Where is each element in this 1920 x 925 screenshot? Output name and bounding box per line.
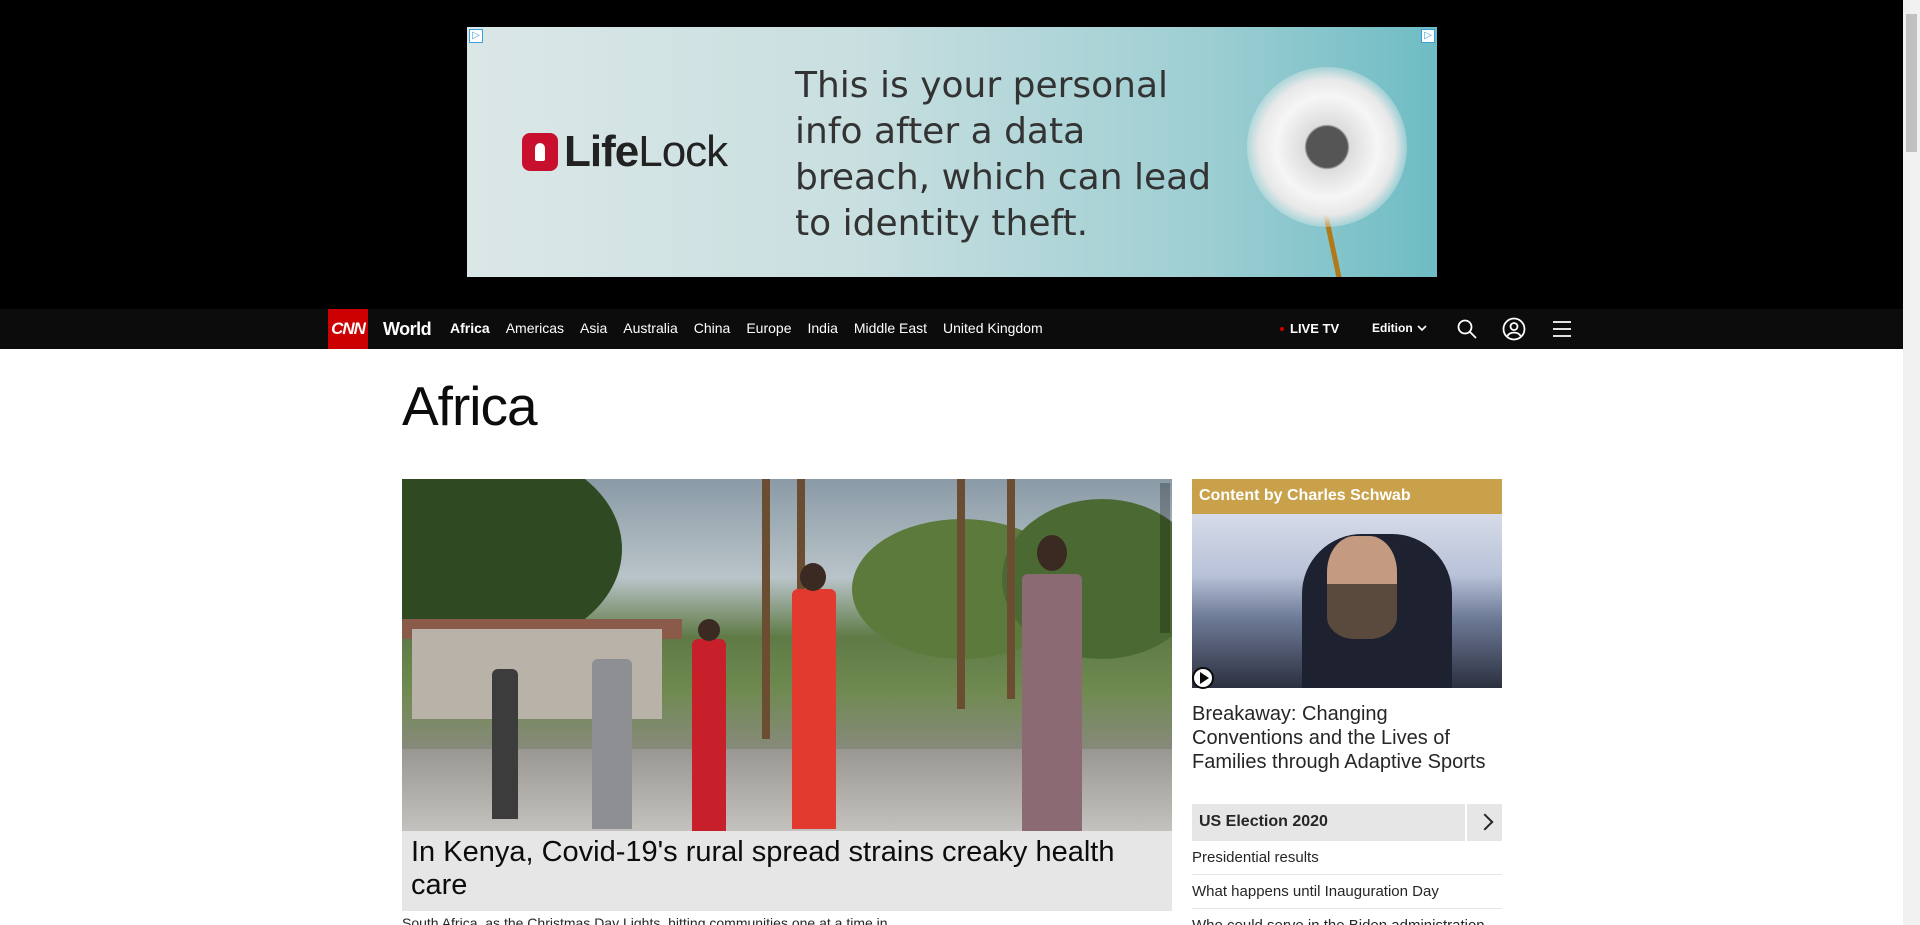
live-tv-label: LIVE TV [1290,321,1340,336]
nav-link-china[interactable]: China [694,320,731,336]
hero-summary[interactable]: South Africa, as the Christmas Day Light… [402,915,1172,925]
nav-link-africa[interactable]: Africa [450,320,490,336]
ad-copy: This is your personal info after a data … [795,65,1212,244]
dandelion-image [1247,67,1407,227]
nav-links: Africa Americas Asia Australia China Eur… [450,320,1043,336]
ad-choices-icon[interactable]: ▷ [469,29,483,43]
play-icon[interactable] [1192,667,1214,689]
election-link[interactable]: What happens until Inauguration Day [1192,883,1502,909]
menu-icon[interactable] [1550,317,1574,341]
nav-link-india[interactable]: India [808,320,838,336]
edition-label: Edition [1372,321,1413,335]
sponsored-headline[interactable]: Breakaway: Changing Conventions and the … [1192,702,1502,774]
nav-link-asia[interactable]: Asia [580,320,607,336]
ad-band: ▷ ▷ LifeLock This is your personal info … [0,0,1903,309]
lock-icon [522,133,558,171]
ad-choices-icon[interactable]: ▷ [1421,29,1435,43]
chevron-down-icon [1417,325,1427,332]
nav-link-americas[interactable]: Americas [506,320,564,336]
sponsored-video-thumbnail[interactable] [1192,514,1502,688]
live-tv-link[interactable]: LIVE TV [1280,321,1339,336]
live-dot-icon [1280,326,1284,331]
nav-link-europe[interactable]: Europe [746,320,791,336]
chevron-right-icon[interactable] [1465,804,1502,841]
photo-credit [1160,483,1170,633]
nav-link-middle-east[interactable]: Middle East [854,320,927,336]
election-link[interactable]: Presidential results [1192,849,1502,875]
ad-logo: LifeLock [522,127,728,177]
search-icon[interactable] [1455,317,1479,341]
hero-headline[interactable]: In Kenya, Covid-19's rural spread strain… [411,836,1171,902]
edition-dropdown[interactable]: Edition [1372,321,1427,335]
ad-brand: LifeLock [564,127,728,176]
election-link[interactable]: Who could serve in the Biden administrat… [1192,917,1502,925]
hero-image[interactable] [402,479,1172,831]
account-icon[interactable] [1502,317,1526,341]
nav-link-united-kingdom[interactable]: United Kingdom [943,320,1043,336]
cnn-logo[interactable]: CNN [328,309,368,349]
sponsored-label[interactable]: Content by Charles Schwab [1199,487,1411,505]
scrollbar-thumb[interactable] [1906,14,1917,152]
election-title[interactable]: US Election 2020 [1199,813,1328,831]
advertisement-banner[interactable]: ▷ ▷ LifeLock This is your personal info … [467,27,1437,277]
nav-section-title[interactable]: World [383,319,432,340]
page-title: Africa [402,375,538,437]
nav-link-australia[interactable]: Australia [623,320,677,336]
